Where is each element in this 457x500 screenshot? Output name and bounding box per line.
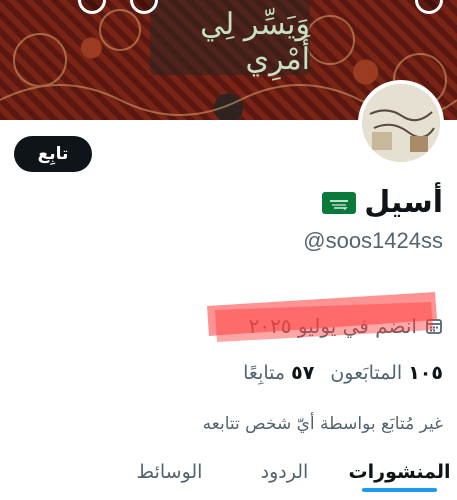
following-label: متابِعًا: [243, 362, 286, 384]
follow-stats-row: ١٠٥ المتابَعون ٥٧ متابِعًا: [243, 362, 443, 384]
tab-replies[interactable]: الردود: [227, 455, 342, 500]
tab-posts[interactable]: المنشورات: [342, 455, 457, 500]
profile-name-row: أسيل: [322, 185, 443, 220]
follow-button[interactable]: تابِع: [14, 136, 92, 172]
join-date-text: انضم في يوليو ٢٠٢٥: [248, 314, 417, 338]
calendar-icon: [426, 319, 442, 334]
not-followed-notice: غير مُتابَع بواسطة أيّ شخص تتابعه: [202, 414, 443, 434]
following-stat[interactable]: ٥٧ متابِعًا: [243, 362, 314, 384]
avatar-image: [362, 84, 440, 162]
profile-name: أسيل: [364, 185, 443, 220]
avatar[interactable]: [358, 80, 444, 166]
join-date-row: انضم في يوليو ٢٠٢٥: [249, 314, 443, 338]
tab-posts-label: المنشورات: [348, 461, 451, 483]
followers-stat[interactable]: ١٠٥ المتابَعون: [330, 362, 443, 384]
active-tab-indicator: [362, 488, 437, 492]
banner-calligraphy: وَيَسِّر لِي أَمْرِي: [200, 7, 310, 77]
followers-count: ١٠٥: [408, 362, 443, 384]
profile-tabs: المنشورات الردود الوسائط: [0, 455, 457, 500]
saudi-flag-icon: [322, 191, 357, 214]
tab-replies-label: الردود: [260, 461, 309, 483]
tab-media[interactable]: الوسائط: [112, 455, 227, 500]
tab-media-label: الوسائط: [136, 461, 203, 483]
followers-label: المتابَعون: [330, 362, 403, 384]
profile-handle: @soos1424ss: [303, 228, 443, 253]
following-count: ٥٧: [291, 362, 315, 384]
